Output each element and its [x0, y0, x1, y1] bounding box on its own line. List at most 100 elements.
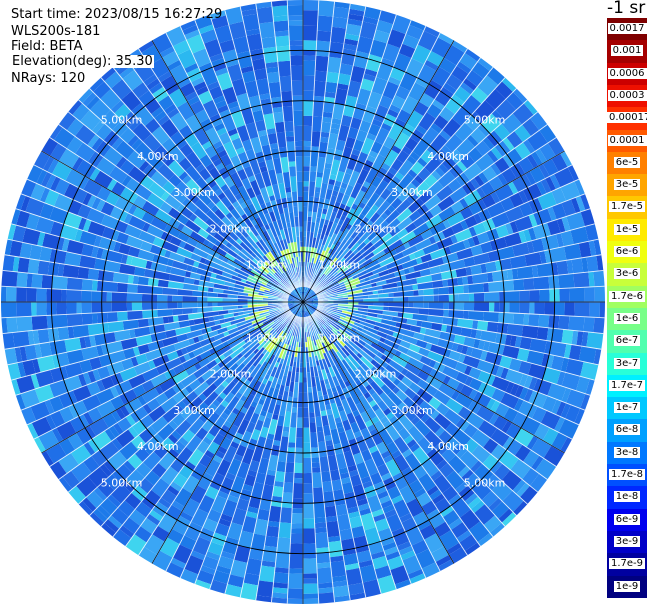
range-gate-cell [106, 291, 112, 302]
range-gate-cell [291, 80, 303, 96]
range-ring-label: 5.00km [464, 477, 506, 490]
range-gate-cell [443, 309, 449, 318]
range-gate-cell [256, 6, 274, 24]
range-gate-cell [76, 302, 82, 314]
range-gate-cell [285, 131, 295, 137]
range-gate-cell [61, 289, 67, 302]
range-gate-cell [289, 553, 303, 569]
range-ring-label: 2.00km [210, 222, 252, 235]
range-gate-cell [453, 285, 464, 295]
range-gate-cell [569, 287, 585, 302]
range-ring-label: 3.00km [173, 404, 215, 417]
range-gate-cell [303, 472, 313, 484]
range-gate-cell [288, 15, 303, 21]
range-gate-cell [303, 593, 319, 599]
range-gate-cell [556, 260, 569, 276]
range-gate-cell [568, 316, 585, 332]
range-gate-cell [453, 293, 460, 302]
range-gate-cell [17, 257, 30, 274]
range-gate-cell [489, 302, 495, 312]
range-gate-cell [316, 552, 331, 564]
range-ring-label: 3.00km [391, 404, 433, 417]
colorbar-unit: -1 sr [607, 0, 646, 18]
range-gate-cell [56, 302, 67, 315]
range-gate-cell [292, 483, 303, 499]
range-gate-cell [313, 502, 326, 519]
range-gate-cell [294, 447, 303, 464]
range-ring-label: 4.00km [137, 150, 179, 163]
range-gate-cell [303, 457, 312, 474]
range-gate-cell [303, 528, 316, 544]
colorbar-tick-label: 1.7e-9 [608, 558, 646, 570]
range-gate-cell [494, 302, 500, 313]
range-gate-cell [81, 290, 92, 302]
range-gate-cell [290, 55, 303, 66]
range-gate-cell [571, 257, 584, 274]
range-gate-cell [258, 21, 276, 39]
colorbar-tick-label: 1.7e-7 [608, 379, 646, 391]
range-gate-cell [126, 302, 133, 312]
range-gate-cell [276, 537, 291, 554]
range-gate-cell [403, 302, 409, 308]
range-gate-cell [31, 273, 43, 289]
colorbar-tick-label: 3e-6 [613, 268, 641, 280]
colorbar-tick-label: 3e-8 [613, 446, 641, 458]
range-gate-cell [101, 291, 107, 302]
range-gate-cell [519, 290, 530, 302]
nrays-label: NRays: 120 [11, 71, 86, 86]
range-ring-label: 2.00km [355, 368, 397, 381]
range-gate-cell [12, 330, 30, 348]
range-gate-cell [157, 294, 168, 302]
range-gate-cell [0, 302, 17, 318]
range-gate-cell [37, 260, 50, 276]
range-gate-cell [288, 20, 303, 26]
range-gate-cell [443, 302, 449, 310]
colorbar-tick-label: 6e-5 [613, 156, 641, 168]
range-gate-cell [403, 296, 409, 302]
range-gate-cell [81, 313, 93, 326]
colorbar-tick-label: 0.0001 [607, 134, 647, 146]
range-gate-cell [303, 55, 316, 61]
range-gate-cell [111, 292, 128, 302]
range-gate-cell [287, 442, 296, 448]
range-gate-cell [303, 156, 311, 167]
colorbar-tick-label: 1.7e-5 [608, 201, 646, 213]
colorbar-tick-label: 1.7e-6 [608, 290, 646, 302]
range-ring-label: 1.00km [319, 259, 361, 272]
range-gate-cell [293, 125, 303, 142]
range-ring-label: 2.00km [210, 368, 252, 381]
range-gate-cell [91, 312, 98, 325]
colorbar-tick-label: 0.0017 [607, 23, 647, 34]
colorbar-tick-label: 1e-9 [613, 580, 641, 592]
range-gate-cell [538, 314, 550, 328]
range-gate-cell [1, 270, 18, 287]
range-gate-cell [290, 65, 303, 81]
range-gate-cell [311, 467, 321, 473]
range-gate-cell [141, 293, 158, 302]
start-time-label: Start time: 2023/08/15 16:27:29 [11, 7, 223, 22]
range-gate-cell [157, 302, 168, 310]
range-gate-cell [593, 317, 605, 334]
range-ring-label: 5.00km [464, 114, 506, 127]
range-gate-cell [287, 4, 303, 16]
range-gate-cell [559, 288, 570, 302]
range-gate-cell [513, 278, 525, 291]
field-label: Field: BETA [11, 39, 83, 54]
range-gate-cell [303, 171, 310, 182]
colorbar-tick-label: 3e-5 [613, 179, 641, 191]
range-gate-cell [303, 166, 311, 172]
range-gate-cell [264, 535, 279, 548]
range-gate-cell [503, 279, 515, 292]
range-gate-cell [448, 294, 455, 302]
range-gate-cell [308, 412, 316, 418]
range-gate-cell [283, 482, 294, 493]
range-gate-cell [303, 181, 310, 187]
range-gate-cell [284, 121, 294, 132]
range-gate-cell [266, 71, 280, 84]
range-gate-cell [26, 287, 37, 302]
range-gate-cell [66, 289, 82, 302]
range-gate-cell [2, 332, 15, 350]
range-gate-cell [423, 295, 434, 302]
range-ring-label: 4.00km [427, 440, 469, 453]
device-label: WLS200s-181 [11, 24, 101, 39]
